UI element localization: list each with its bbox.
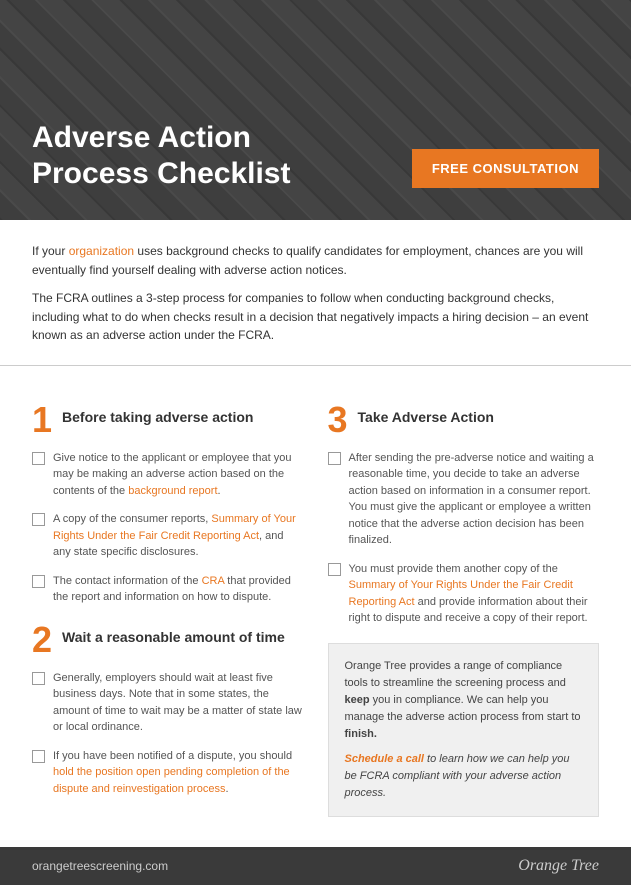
intro-highlight: organization xyxy=(69,244,134,258)
step1-section: 1 Before taking adverse action Give noti… xyxy=(32,402,304,606)
step3-link-1: Summary of Your Rights Under the Fair Cr… xyxy=(349,579,573,608)
right-column: 3 Take Adverse Action After sending the … xyxy=(328,386,600,817)
step1-title: Before taking adverse action xyxy=(62,402,253,426)
step1-item-1: Give notice to the applicant or employee… xyxy=(32,450,304,500)
step1-item-3-text: The contact information of the CRA that … xyxy=(53,573,304,606)
step3-item-2-text: You must provide them another copy of th… xyxy=(349,561,600,627)
step1-item-3: The contact information of the CRA that … xyxy=(32,573,304,606)
step3-number: 3 xyxy=(328,402,348,438)
footer-brand: Orange Tree xyxy=(518,857,599,875)
checkbox-5[interactable] xyxy=(32,750,45,763)
info-bold-1: keep xyxy=(345,694,370,706)
left-column: 1 Before taking adverse action Give noti… xyxy=(32,386,304,817)
step2-section: 2 Wait a reasonable amount of time Gener… xyxy=(32,622,304,798)
page-title: Adverse Action Process Checklist xyxy=(32,120,372,192)
info-box-text: Orange Tree provides a range of complian… xyxy=(345,658,583,743)
step1-number: 1 xyxy=(32,402,52,438)
footer-url: orangetreescreening.com xyxy=(32,859,168,873)
step1-header: 1 Before taking adverse action xyxy=(32,402,304,438)
step3-item-2: You must provide them another copy of th… xyxy=(328,561,600,627)
footer: orangetreescreening.com Orange Tree xyxy=(0,847,631,885)
step3-section: 3 Take Adverse Action After sending the … xyxy=(328,402,600,627)
checkbox-4[interactable] xyxy=(32,672,45,685)
step3-title: Take Adverse Action xyxy=(358,402,494,426)
checkbox-1[interactable] xyxy=(32,452,45,465)
step1-item-2-text: A copy of the consumer reports, Summary … xyxy=(53,511,304,561)
step2-item-1: Generally, employers should wait at leas… xyxy=(32,670,304,736)
free-consultation-button[interactable]: FREE CONSULTATION xyxy=(412,149,599,188)
step1-link-2: Summary of Your Rights Under the Fair Cr… xyxy=(53,513,296,542)
step2-header: 2 Wait a reasonable amount of time xyxy=(32,622,304,658)
step3-item-1: After sending the pre-adverse notice and… xyxy=(328,450,600,549)
info-box-cta: Schedule a call to learn how we can help… xyxy=(345,751,583,802)
step1-link-1: background report xyxy=(128,485,217,497)
step2-item-2-text: If you have been notified of a dispute, … xyxy=(53,748,304,798)
step1-link-3: CRA xyxy=(202,575,225,587)
info-bold-2: finish. xyxy=(345,728,377,740)
step2-link-1: hold the position open pending completio… xyxy=(53,766,290,795)
step1-item-1-text: Give notice to the applicant or employee… xyxy=(53,450,304,500)
step2-item-2: If you have been notified of a dispute, … xyxy=(32,748,304,798)
checkbox-6[interactable] xyxy=(328,452,341,465)
step3-header: 3 Take Adverse Action xyxy=(328,402,600,438)
step3-item-1-text: After sending the pre-adverse notice and… xyxy=(349,450,600,549)
intro-paragraph-2: The FCRA outlines a 3-step process for c… xyxy=(32,289,599,345)
main-content: 1 Before taking adverse action Give noti… xyxy=(0,366,631,827)
checkbox-3[interactable] xyxy=(32,575,45,588)
intro-section: If your organization uses background che… xyxy=(0,220,631,366)
intro-paragraph-1: If your organization uses background che… xyxy=(32,242,599,279)
header: Adverse Action Process Checklist FREE CO… xyxy=(0,0,631,220)
checkbox-2[interactable] xyxy=(32,513,45,526)
step2-number: 2 xyxy=(32,622,52,658)
info-box: Orange Tree provides a range of complian… xyxy=(328,643,600,817)
step2-item-1-text: Generally, employers should wait at leas… xyxy=(53,670,304,736)
checkbox-7[interactable] xyxy=(328,563,341,576)
step2-title: Wait a reasonable amount of time xyxy=(62,622,285,646)
header-content: Adverse Action Process Checklist FREE CO… xyxy=(32,120,599,192)
info-cta-link[interactable]: Schedule a call xyxy=(345,753,424,765)
step1-item-2: A copy of the consumer reports, Summary … xyxy=(32,511,304,561)
